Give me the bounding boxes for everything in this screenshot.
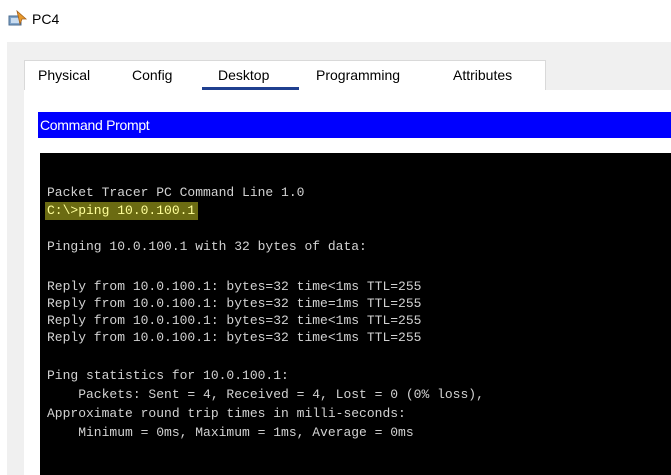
terminal-line-command: C:\>ping 10.0.100.1 [45, 202, 199, 220]
tab-desktop[interactable]: Desktop [218, 61, 269, 90]
terminal-line: Reply from 10.0.100.1: bytes=32 time<1ms… [47, 279, 422, 294]
highlighted-command: C:\>ping 10.0.100.1 [45, 202, 199, 220]
terminal-line: Reply from 10.0.100.1: bytes=32 time<1ms… [47, 313, 422, 328]
terminal-line: Reply from 10.0.100.1: bytes=32 time=1ms… [47, 296, 422, 311]
desktop-panel: Command Prompt Packet Tracer PC Command … [24, 90, 671, 475]
device-content: Physical Config Desktop Programming Attr… [7, 42, 671, 475]
title-bar: PC4 [0, 0, 671, 42]
tabs-container: Physical Config Desktop Programming Attr… [24, 60, 546, 90]
command-prompt-title: Command Prompt [40, 117, 150, 133]
terminal-line: Minimum = 0ms, Maximum = 1ms, Average = … [47, 425, 414, 440]
terminal-line: Packet Tracer PC Command Line 1.0 [47, 185, 305, 200]
tab-physical[interactable]: Physical [38, 61, 90, 90]
terminal-output[interactable]: Packet Tracer PC Command Line 1.0 C:\>pi… [40, 153, 671, 475]
terminal-line: Ping statistics for 10.0.100.1: [47, 368, 289, 383]
tab-attributes[interactable]: Attributes [453, 61, 512, 90]
window-title: PC4 [32, 11, 60, 27]
pc4-window: PC4 Physical Config Desktop Programming … [0, 0, 671, 475]
tab-strip: Physical Config Desktop Programming Attr… [24, 60, 671, 91]
pc-device-icon [8, 9, 28, 28]
terminal-line: Approximate round trip times in milli-se… [47, 406, 406, 421]
tab-programming[interactable]: Programming [316, 61, 400, 90]
tab-config[interactable]: Config [132, 61, 172, 90]
terminal-line: Reply from 10.0.100.1: bytes=32 time<1ms… [47, 330, 422, 345]
command-prompt-header: Command Prompt [38, 112, 671, 138]
terminal-line: Pinging 10.0.100.1 with 32 bytes of data… [47, 239, 367, 254]
terminal-line: Packets: Sent = 4, Received = 4, Lost = … [47, 387, 484, 402]
